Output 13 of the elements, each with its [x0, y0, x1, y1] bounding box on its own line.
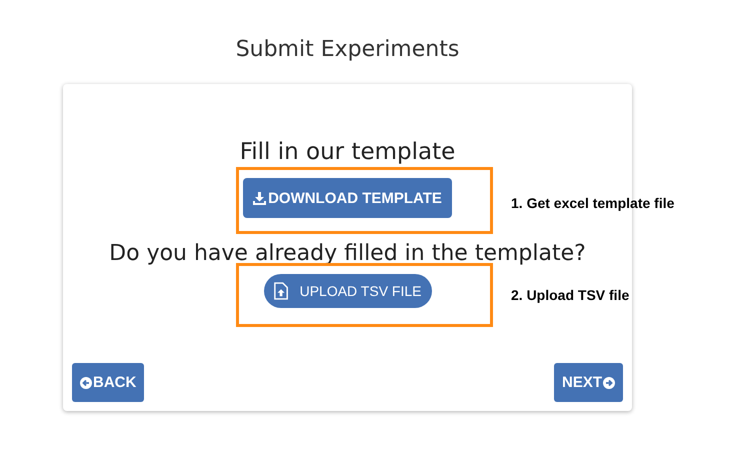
next-button[interactable]: NEXT — [554, 363, 623, 402]
section-heading: Fill in our template — [240, 138, 456, 166]
upload-file-button[interactable]: UPLOAD TSV FILE — [264, 274, 432, 308]
page-title: Submit Experiments — [234, 36, 460, 64]
file-upload-icon — [274, 281, 288, 301]
download-template-button[interactable]: DOWNLOAD TEMPLATE — [243, 178, 452, 218]
question-text: Do you have already filled in the template? — [109, 240, 586, 268]
annotation-label: 2. Upload TSV file — [511, 287, 630, 303]
back-button[interactable]: BACK — [72, 363, 144, 402]
next-arrow-icon — [603, 376, 615, 388]
back-arrow-icon — [80, 376, 92, 388]
annotation-label: 1. Get excel template file — [511, 195, 674, 211]
download-icon — [253, 192, 266, 204]
